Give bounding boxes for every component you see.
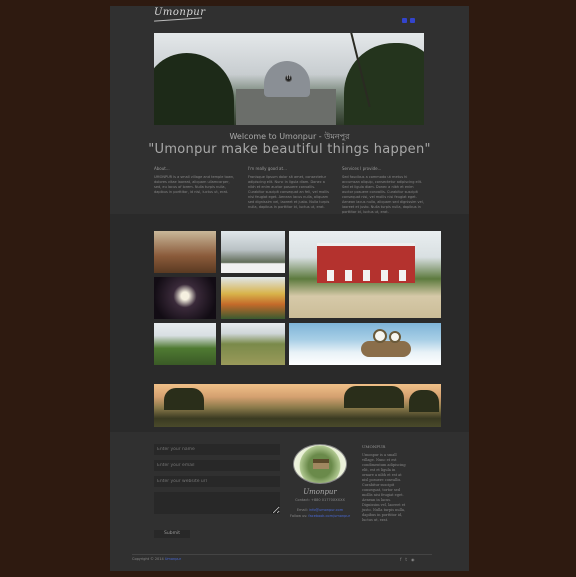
column-about: About... UMONPUR is a small village and …: [154, 166, 236, 215]
gallery-photo-festival[interactable]: [221, 277, 285, 319]
gallery-photo-night[interactable]: [154, 277, 216, 319]
column-skills: I'm really good at... Fronisque lipsum d…: [248, 166, 330, 215]
copyright: Copyright © 2014 Umonpur: [132, 557, 181, 561]
column-text: UMONPUR is a small village and temple to…: [154, 175, 235, 194]
slider-image-tree: [154, 53, 234, 125]
site-logo[interactable]: Umonpur: [154, 7, 206, 18]
twitter-icon[interactable]: t: [405, 557, 407, 562]
house-shape: [317, 243, 415, 283]
house-window: [363, 270, 370, 281]
gallery-photo-house[interactable]: [289, 231, 441, 318]
footer-about: UMONPUR Umonpur is a small village. Nunc…: [362, 444, 406, 523]
cartoon-eye: [373, 329, 387, 343]
house-window: [399, 270, 406, 281]
gallery-photo-people[interactable]: [154, 231, 216, 273]
house-window: [345, 270, 352, 281]
footer-social: f t ◉: [400, 557, 415, 562]
facebook-icon[interactable]: [402, 18, 407, 23]
submit-button[interactable]: Submit: [154, 529, 190, 538]
gallery-photo-mosque[interactable]: [221, 231, 285, 273]
badge-email: Email: info@umonpur.com: [280, 508, 360, 512]
website-field[interactable]: [154, 476, 280, 487]
page-container: Umonpur II Welcome to Umonpur - উমনপুর "…: [110, 6, 469, 571]
email-field[interactable]: [154, 460, 280, 471]
footer-about-heading: UMONPUR: [362, 444, 386, 449]
badge-follow: Follow us: facebook.com/umonpur: [280, 514, 360, 518]
site-header: Umonpur: [110, 6, 469, 32]
copyright-link[interactable]: Umonpur: [165, 557, 181, 561]
hero-slider[interactable]: II: [154, 33, 424, 125]
facebook-icon[interactable]: f: [400, 557, 401, 562]
copyright-text: Copyright © 2014: [132, 557, 164, 561]
banner-tree: [164, 388, 204, 410]
rss-icon[interactable]: ◉: [411, 557, 415, 562]
cartoon-body: [361, 341, 411, 357]
slider-pause-button[interactable]: II: [285, 75, 292, 82]
cartoon-eye: [389, 331, 401, 343]
column-heading: Services I provide...: [342, 166, 382, 171]
badge-follow-link[interactable]: facebook.com/umonpur: [308, 514, 350, 518]
banner-tree: [344, 386, 404, 408]
village-badge-image: [293, 444, 347, 484]
message-field[interactable]: [154, 492, 280, 514]
column-heading: About...: [154, 166, 170, 171]
column-text: Sed faucibus a commodo ut metus hi accum…: [342, 175, 424, 214]
badge-contact: Contact: +880 01770XXXXX: [295, 498, 345, 502]
column-heading: I'm really good at...: [248, 166, 287, 171]
house-window: [381, 270, 388, 281]
footer-divider: [132, 554, 432, 555]
contact-form: Submit: [154, 444, 280, 538]
landscape-banner: [154, 384, 441, 427]
badge-hut: [313, 459, 329, 469]
gallery-photo-cartoon[interactable]: [289, 323, 441, 365]
tagline: "Umonpur make beautiful things happen": [148, 142, 431, 157]
badge-follow-label: Follow us:: [289, 514, 309, 518]
badge-title: Umonpur: [303, 488, 337, 496]
gallery-photo-field[interactable]: [154, 323, 216, 365]
column-services: Services I provide... Sed faucibus a com…: [342, 166, 424, 215]
name-field[interactable]: [154, 444, 280, 455]
house-window: [327, 270, 334, 281]
column-text: Fronisque lipsum dolor sit amet, consect…: [248, 175, 330, 209]
intro-columns: About... UMONPUR is a small village and …: [154, 166, 424, 215]
badge-email-link[interactable]: info@umonpur.com: [309, 508, 343, 512]
header-social: [402, 18, 415, 23]
badge-email-label: Email:: [296, 508, 309, 512]
gallery-photo-path[interactable]: [221, 323, 285, 365]
footer-about-text: Umonpur is a small village. Nunc et est …: [362, 453, 406, 522]
banner-tree: [409, 390, 439, 412]
footer-area: Submit Umonpur Contact: +880 01770XXXXX …: [110, 432, 469, 571]
twitter-icon[interactable]: [410, 18, 415, 23]
